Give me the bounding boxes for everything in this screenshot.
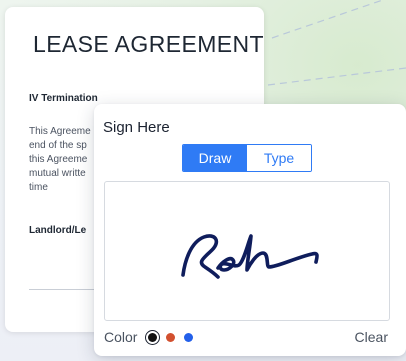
swatch-dot: [166, 332, 176, 342]
sign-here-dialog: Sign Here Draw Type Color Clear: [94, 104, 406, 356]
signature-canvas[interactable]: [104, 181, 390, 321]
color-label: Color: [104, 329, 138, 345]
signature-mode-tabs: Draw Type: [182, 144, 312, 172]
tab-type[interactable]: Type: [247, 145, 311, 171]
clear-button[interactable]: Clear: [355, 329, 388, 345]
document-title: LEASE AGREEMENT: [33, 31, 264, 57]
color-swatch-blue[interactable]: [181, 330, 196, 345]
color-swatch-red[interactable]: [163, 330, 178, 345]
tab-draw[interactable]: Draw: [183, 145, 247, 171]
signature-party-label: Landlord/Le: [29, 225, 87, 236]
signature-drawing: [181, 234, 319, 279]
swatch-dot: [184, 332, 194, 342]
swatch-dot: [148, 332, 158, 342]
signature-stroke: [181, 234, 319, 279]
color-picker: Color: [104, 328, 199, 346]
dialog-title: Sign Here: [103, 119, 170, 136]
color-swatch-black[interactable]: [145, 329, 161, 345]
section-heading: IV Termination: [29, 93, 98, 104]
